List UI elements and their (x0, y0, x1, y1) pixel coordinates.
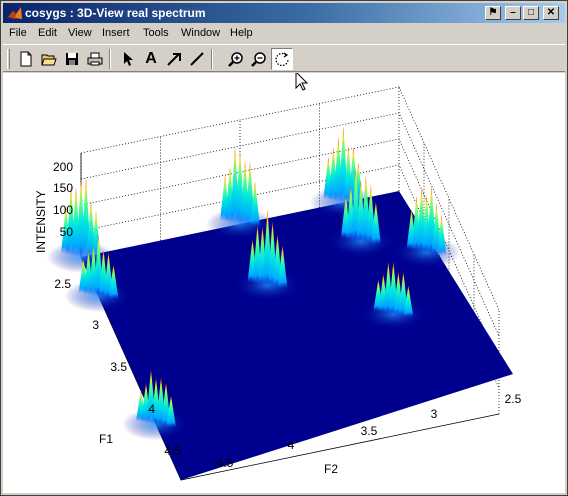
save-button[interactable] (61, 48, 83, 70)
open-file-icon (41, 54, 57, 66)
toolbar-grip[interactable] (7, 49, 10, 69)
z-axis-label: INTENSITY (34, 190, 48, 253)
menu-window[interactable]: Window (181, 27, 220, 39)
menu-help[interactable]: Help (230, 27, 253, 39)
insert-line-icon (190, 52, 204, 66)
zoom-in-button[interactable] (225, 48, 247, 70)
open-file-button[interactable] (38, 48, 60, 70)
dock-icon: ⚑ (488, 7, 498, 18)
f2-tick-label: 3.5 (361, 424, 378, 438)
print-button[interactable] (84, 48, 106, 70)
menu-insert[interactable]: Insert (102, 27, 130, 39)
maximize-icon: □ (527, 7, 535, 18)
minimize-button[interactable]: – (505, 6, 521, 20)
matlab-logo-icon (8, 7, 22, 19)
f2-tick-label: 4.5 (217, 456, 234, 470)
f2-tick-label: 2.5 (505, 392, 522, 406)
z-tick-label: 50 (60, 225, 74, 239)
close-button[interactable]: ✕ (543, 6, 559, 20)
insert-text-button[interactable]: A (140, 48, 162, 70)
print-icon (87, 52, 103, 66)
app-window: cosygs : 3D-View real spectrum ⚑ – □ ✕ F… (0, 0, 568, 496)
rotate-3d-button[interactable] (271, 48, 293, 70)
toolbar-separator (211, 49, 213, 69)
minimize-icon: – (510, 7, 516, 18)
select-arrow-icon (124, 52, 133, 66)
rotate-3d-icon (275, 52, 289, 67)
f1-tick-label: 3.5 (110, 360, 127, 374)
surface-plot[interactable]: 200 150 100 50 INTENSITY 2.5 3 3.5 4 4.5… (3, 73, 565, 493)
close-icon: ✕ (546, 7, 556, 18)
f1-axis-label: F1 (99, 432, 113, 446)
f1-tick-label: 3 (92, 318, 99, 332)
grid-line (80, 86, 400, 154)
select-button[interactable] (117, 48, 139, 70)
insert-line-button[interactable] (186, 48, 208, 70)
zoom-out-icon (251, 52, 266, 67)
menu-edit[interactable]: Edit (38, 27, 57, 39)
z-tick-label: 200 (53, 160, 73, 174)
menu-bar: File Edit View Insert Tools Window Help (3, 24, 565, 43)
insert-arrow-icon (167, 53, 181, 66)
figure-toolbar: A (3, 44, 565, 72)
z-tick-label: 150 (53, 181, 73, 195)
mouse-cursor-icon (295, 73, 309, 91)
new-figure-button[interactable] (15, 48, 37, 70)
menu-view[interactable]: View (68, 27, 92, 39)
window-title: cosygs : 3D-View real spectrum (25, 6, 206, 20)
f2-tick-label: 3 (431, 407, 438, 421)
f1-tick-label: 4 (148, 402, 155, 416)
zoom-in-icon (228, 52, 243, 67)
f2-tick-label: 4 (288, 438, 295, 452)
save-icon (66, 53, 78, 65)
f2-axis-label: F2 (324, 462, 338, 476)
dock-button[interactable]: ⚑ (485, 6, 501, 20)
title-bar[interactable]: cosygs : 3D-View real spectrum ⚑ – □ ✕ (3, 3, 565, 23)
f1-tick-label: 2.5 (54, 277, 71, 291)
z-tick-label: 100 (53, 203, 73, 217)
menu-file[interactable]: File (9, 27, 27, 39)
zoom-out-button[interactable] (248, 48, 270, 70)
maximize-button[interactable]: □ (523, 6, 539, 20)
menu-tools[interactable]: Tools (143, 27, 169, 39)
toolbar-separator (109, 49, 111, 69)
new-figure-icon (20, 51, 32, 67)
insert-arrow-button[interactable] (163, 48, 185, 70)
figure-canvas[interactable]: 200 150 100 50 INTENSITY 2.5 3 3.5 4 4.5… (3, 73, 565, 493)
f1-tick-label: 4.5 (164, 444, 181, 458)
insert-text-icon: A (145, 50, 157, 67)
